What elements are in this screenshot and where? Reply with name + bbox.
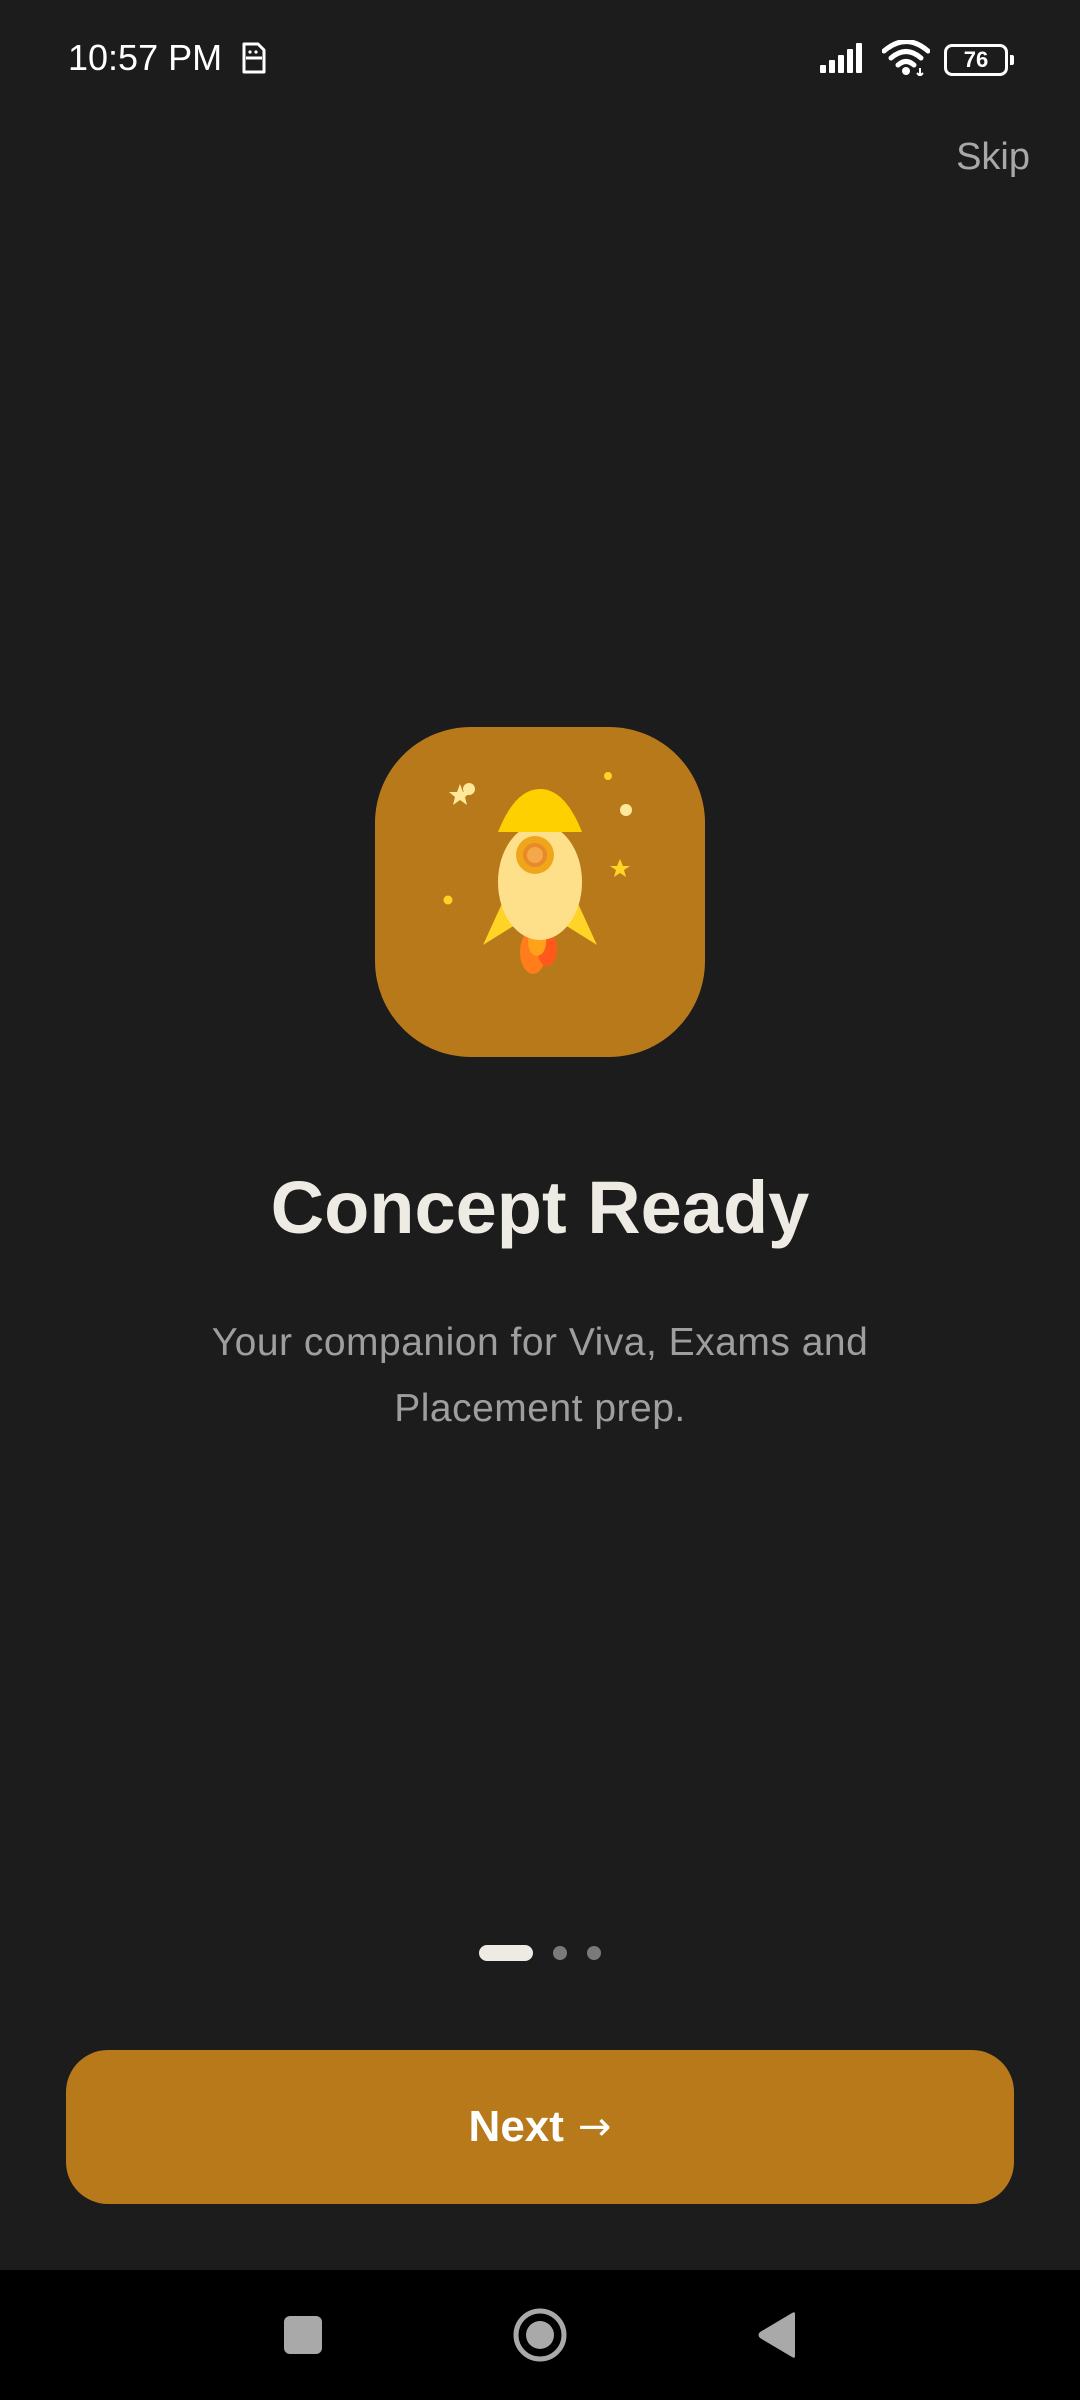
skip-button[interactable]: Skip bbox=[956, 134, 1030, 180]
signal-icon bbox=[820, 42, 868, 78]
battery-icon: 76 bbox=[944, 44, 1014, 76]
app-logo bbox=[375, 727, 705, 1057]
battery-level: 76 bbox=[963, 47, 989, 72]
home-circle-icon bbox=[513, 2308, 567, 2362]
page-indicator bbox=[0, 1945, 1080, 1961]
onboarding-subtitle: Your companion for Viva, Exams and Place… bbox=[211, 1321, 869, 1430]
status-time: 10:57 PM bbox=[68, 37, 223, 78]
rocket-icon bbox=[443, 772, 632, 974]
page-dot bbox=[553, 1946, 567, 1960]
next-button-label: Next bbox=[468, 2102, 564, 2151]
page-dot bbox=[587, 1946, 601, 1960]
sim-card-icon bbox=[238, 40, 268, 76]
next-button[interactable]: Next → bbox=[66, 2050, 1014, 2204]
square-icon bbox=[284, 2316, 322, 2354]
arrow-right-icon: → bbox=[577, 2104, 612, 2150]
page-dot-active bbox=[479, 1945, 533, 1961]
back-triangle-icon bbox=[758, 2312, 795, 2358]
home-button[interactable] bbox=[480, 2270, 600, 2400]
onboarding-screen: 10:57 PM 76 Skip Concept Ready Your comp… bbox=[0, 0, 1080, 2400]
wifi-icon bbox=[881, 38, 931, 81]
onboarding-title: Concept Ready bbox=[270, 1166, 810, 1249]
back-button[interactable] bbox=[717, 2270, 837, 2400]
system-nav-bar bbox=[0, 2270, 1080, 2400]
recents-button[interactable] bbox=[243, 2270, 363, 2400]
status-icons: 76 bbox=[820, 38, 1014, 82]
